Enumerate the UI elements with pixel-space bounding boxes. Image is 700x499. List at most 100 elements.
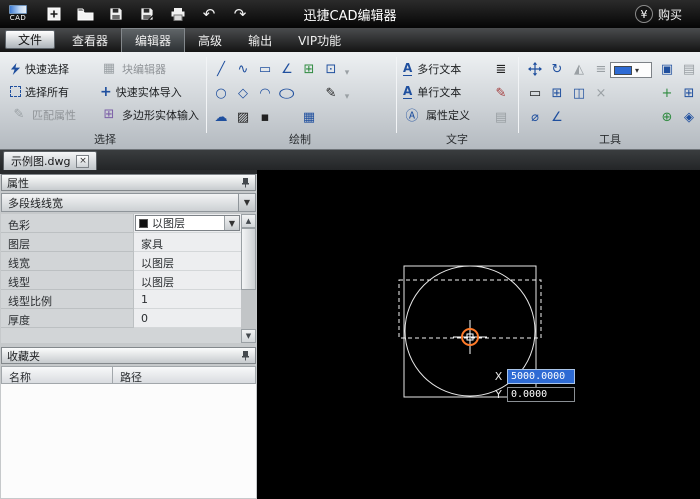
menu-tab-advanced[interactable]: 高级 bbox=[185, 28, 235, 52]
pencil-icon[interactable]: ✎ bbox=[322, 84, 340, 102]
tab-close-icon[interactable]: × bbox=[76, 154, 90, 168]
singleline-text-button[interactable]: A 单行文本 bbox=[403, 82, 461, 101]
menu-tab-file[interactable]: 文件 bbox=[5, 30, 56, 49]
target-icon[interactable]: ⊕ bbox=[658, 108, 676, 126]
property-label: 线型比例 bbox=[1, 290, 134, 309]
menubar: 文件 查看器 编辑器 高级 输出 VIP功能 bbox=[0, 28, 700, 52]
ellipse-icon[interactable]: ○ bbox=[278, 84, 296, 102]
circle-icon[interactable]: ○ bbox=[212, 84, 230, 102]
add-entity-icon[interactable]: + bbox=[658, 84, 676, 102]
pin-icon[interactable] bbox=[241, 177, 250, 188]
polygon-entity-input-button[interactable]: ⊞ 多边形实体输入 bbox=[100, 105, 199, 124]
properties-scrollbar[interactable]: ▲ ▼ bbox=[241, 214, 256, 343]
new-file-button[interactable] bbox=[45, 5, 63, 23]
erase-icon[interactable]: ▭ bbox=[526, 84, 544, 102]
spline-icon[interactable]: ∿ bbox=[234, 60, 252, 78]
multiline-text-button[interactable]: A 多行文本 bbox=[403, 59, 461, 78]
color-picker-caret-icon: ▾ bbox=[635, 65, 640, 75]
app-logo-icon bbox=[9, 5, 27, 14]
rotate-icon[interactable]: ↻ bbox=[548, 60, 566, 78]
document-tab[interactable]: 示例图.dwg × bbox=[3, 151, 98, 170]
yuan-icon: ¥ bbox=[634, 5, 653, 23]
pin-icon[interactable] bbox=[241, 350, 250, 361]
canvas-drawing bbox=[398, 265, 542, 398]
arc-icon[interactable]: ◠ bbox=[256, 84, 274, 102]
array-icon[interactable]: ⊞ bbox=[548, 84, 566, 102]
color-value-dropdown[interactable]: 以图层 ▼ bbox=[135, 215, 240, 231]
paste-icon[interactable]: ▤ bbox=[680, 60, 698, 78]
property-value[interactable]: 以图层 bbox=[134, 252, 241, 271]
scroll-up-icon[interactable]: ▲ bbox=[241, 214, 256, 228]
offset-icon[interactable]: ≡ bbox=[592, 60, 610, 78]
edit-text-icon[interactable]: ✎ bbox=[492, 84, 510, 102]
favorites-list[interactable] bbox=[1, 384, 256, 498]
move-icon[interactable] bbox=[526, 60, 544, 78]
scroll-down-icon[interactable]: ▼ bbox=[241, 329, 256, 343]
quick-access-toolbar: ↶ ↷ bbox=[45, 5, 249, 23]
redo-icon: ↷ bbox=[233, 5, 247, 23]
attribute-define-button[interactable]: Ⓐ 属性定义 bbox=[403, 105, 470, 125]
menu-tab-vip[interactable]: VIP功能 bbox=[285, 28, 354, 52]
text-options-icon[interactable]: ▤ bbox=[492, 108, 510, 126]
property-value[interactable]: 以图层 bbox=[134, 271, 241, 290]
block-reference-icon[interactable]: ⊡ bbox=[322, 60, 340, 78]
coordinate-y-input[interactable]: 0.0000 bbox=[507, 387, 575, 402]
hatch-icon[interactable]: ▨ bbox=[234, 108, 252, 126]
revision-cloud-icon[interactable]: ☁ bbox=[212, 108, 230, 126]
block-editor-button[interactable]: ▦ 块编辑器 bbox=[100, 59, 166, 78]
print-button[interactable] bbox=[169, 5, 187, 23]
column-header-path[interactable]: 路径 bbox=[113, 366, 256, 384]
property-value[interactable]: 1 bbox=[134, 290, 241, 309]
angle-icon[interactable]: ∠ bbox=[548, 108, 566, 126]
mirror-icon[interactable]: ◭ bbox=[570, 60, 588, 78]
app-logo: CAD bbox=[5, 5, 31, 23]
scrollbar-thumb[interactable] bbox=[241, 228, 256, 290]
menu-tab-editor[interactable]: 编辑器 bbox=[121, 28, 186, 52]
match-properties-button[interactable]: ✎ 匹配属性 bbox=[10, 105, 76, 124]
color-picker-dropdown[interactable]: ▾ bbox=[610, 62, 652, 78]
quick-entity-import-button[interactable]: + 快速实体导入 bbox=[100, 82, 182, 101]
delete-icon[interactable]: × bbox=[592, 84, 610, 102]
copy-icon[interactable]: ▣ bbox=[658, 60, 676, 78]
save-as-button[interactable] bbox=[138, 5, 156, 23]
menu-tab-output[interactable]: 输出 bbox=[235, 28, 285, 52]
polygon-icon[interactable]: ◇ bbox=[234, 84, 252, 102]
property-type-selector[interactable]: 多段线线宽 ▼ bbox=[1, 193, 256, 212]
block-editor-label: 块编辑器 bbox=[122, 62, 166, 76]
layout-icon[interactable]: ◫ bbox=[570, 84, 588, 102]
property-label: 线宽 bbox=[1, 252, 134, 271]
drawing-canvas[interactable]: X 5000.0000 Y 0.0000 bbox=[258, 170, 700, 499]
insert-block-icon[interactable]: ⊞ bbox=[300, 60, 318, 78]
draw-dropdown-icon[interactable]: ▾ bbox=[342, 88, 352, 106]
pan-icon[interactable]: ◈ bbox=[680, 108, 698, 126]
diameter-icon[interactable]: ⌀ bbox=[526, 108, 544, 126]
property-value[interactable]: 家具 bbox=[134, 233, 241, 252]
grid-icon[interactable]: ⊞ bbox=[680, 84, 698, 102]
column-header-name[interactable]: 名称 bbox=[1, 366, 113, 384]
quick-select-button[interactable]: 快速选择 bbox=[10, 59, 69, 78]
current-color-swatch bbox=[614, 65, 632, 75]
save-icon bbox=[110, 8, 122, 20]
favorites-panel-header: 收藏夹 bbox=[1, 347, 256, 364]
block-dropdown-icon[interactable]: ▾ bbox=[342, 64, 352, 82]
properties-panel-title: 属性 bbox=[7, 176, 29, 190]
point-icon[interactable]: ▪ bbox=[256, 108, 274, 126]
coordinate-x-input[interactable]: 5000.0000 bbox=[507, 369, 575, 384]
menu-tab-viewer[interactable]: 查看器 bbox=[59, 28, 121, 52]
undo-button[interactable]: ↶ bbox=[200, 5, 218, 23]
save-button[interactable] bbox=[107, 5, 125, 23]
color-value-caret-icon[interactable]: ▼ bbox=[224, 216, 239, 230]
select-all-button[interactable]: 选择所有 bbox=[10, 82, 69, 101]
buy-button[interactable]: ¥ 购买 bbox=[634, 0, 682, 28]
group-separator bbox=[206, 57, 207, 133]
table-icon[interactable]: ▦ bbox=[300, 108, 318, 126]
line-icon[interactable]: ╱ bbox=[212, 60, 230, 78]
polyline-icon[interactable]: ∠ bbox=[278, 60, 296, 78]
property-value[interactable]: 0 bbox=[134, 309, 241, 328]
text-style-icon[interactable]: ≣ bbox=[492, 60, 510, 78]
open-file-button[interactable] bbox=[76, 5, 94, 23]
selector-dropdown-icon[interactable]: ▼ bbox=[238, 194, 255, 211]
rectangle-icon[interactable]: ▭ bbox=[256, 60, 274, 78]
left-panel: 属性 多段线线宽 ▼ 色彩 以图层 ▼ 图层 家具 线宽 以图层 线型 以图层 … bbox=[0, 170, 258, 499]
redo-button[interactable]: ↷ bbox=[231, 5, 249, 23]
